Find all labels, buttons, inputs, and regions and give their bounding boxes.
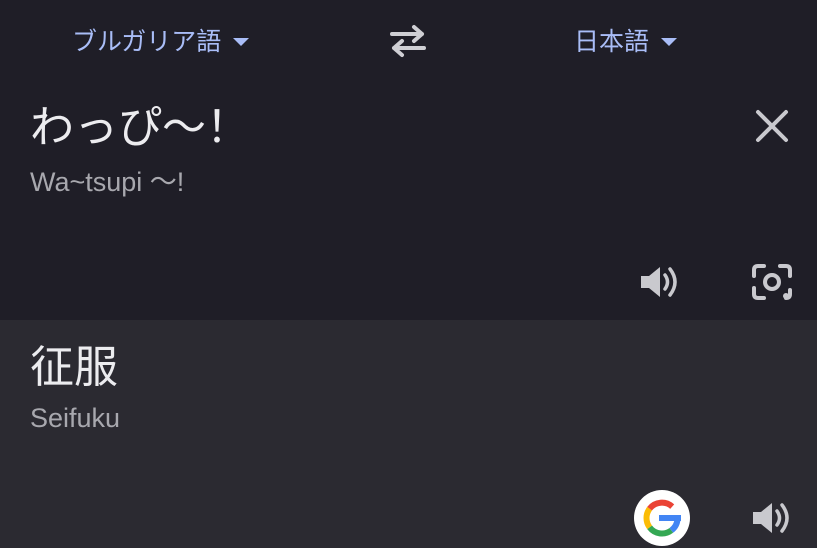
swap-languages-button[interactable] <box>386 22 430 58</box>
google-icon <box>643 499 681 537</box>
google-button[interactable] <box>634 490 690 546</box>
source-input-text[interactable]: わっぴ〜！ <box>30 100 250 156</box>
target-language-label: 日本語 <box>574 27 650 56</box>
speaker-icon <box>641 267 677 297</box>
clear-input-button[interactable] <box>754 108 790 144</box>
close-icon <box>756 110 788 142</box>
translation-transliteration: Seifuku <box>30 403 121 433</box>
chevron-down-icon <box>233 38 250 46</box>
chevron-down-icon <box>661 38 678 46</box>
target-language-selector[interactable]: 日本語 <box>574 20 678 60</box>
camera-translate-button[interactable] <box>750 262 794 302</box>
listen-source-button[interactable] <box>638 262 682 302</box>
source-transliteration: Wa~tsupi 〜! <box>30 167 185 197</box>
source-language-label: ブルガリア語 <box>72 27 222 56</box>
listen-translation-button[interactable] <box>750 498 794 538</box>
source-language-selector[interactable]: ブルガリア語 <box>72 20 250 60</box>
translation-output-text: 征服 <box>30 342 118 393</box>
camera-lens-icon <box>752 264 792 300</box>
source-panel: ブルガリア語 日本語 わっぴ〜！ Wa~tsupi 〜! <box>0 0 817 320</box>
speaker-icon <box>753 503 789 533</box>
swap-arrows-icon <box>390 25 426 57</box>
translation-panel <box>0 320 817 548</box>
